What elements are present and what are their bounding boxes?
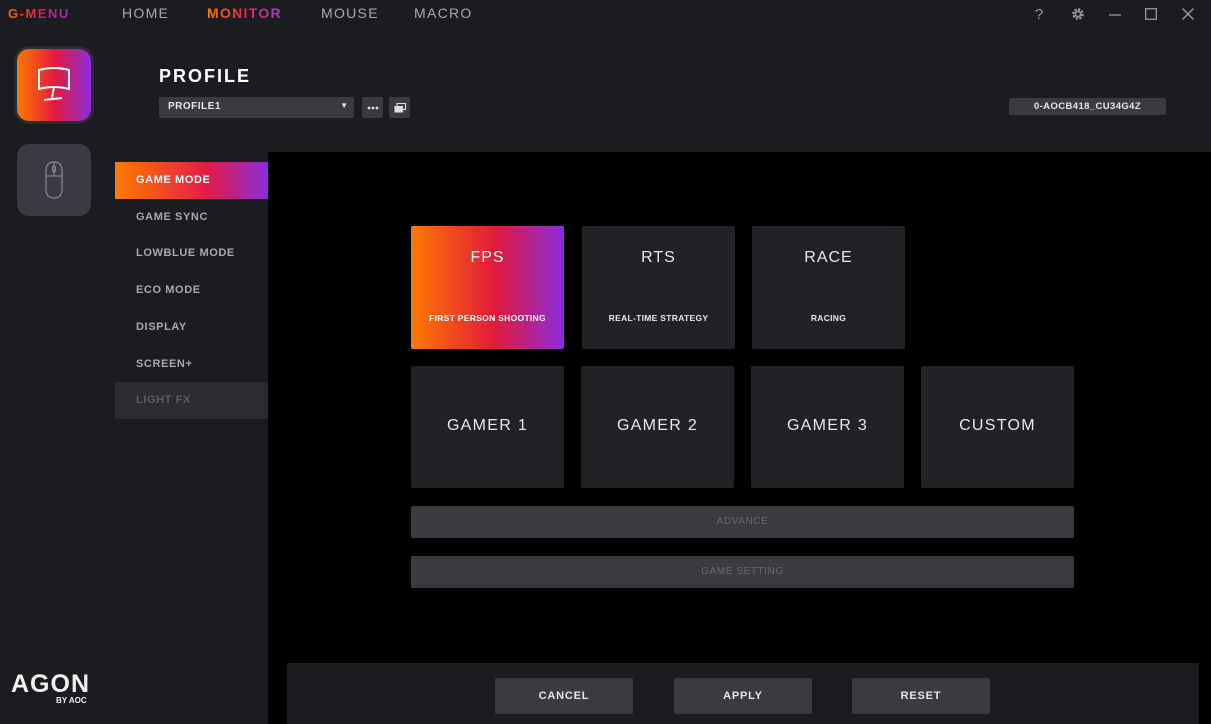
device-monitor-button[interactable] [17, 49, 91, 121]
mode-tile-race[interactable]: RACE RACING [752, 226, 905, 349]
action-footer: CANCEL APPLY RESET [287, 663, 1199, 724]
minimize-icon [1109, 14, 1121, 16]
close-icon [1182, 8, 1194, 20]
profile-select[interactable]: PROFILE1 ▼ [159, 97, 354, 118]
page-title: PROFILE [159, 66, 252, 86]
nav-mouse[interactable]: MOUSE [321, 5, 379, 21]
help-icon: ? [1034, 5, 1044, 23]
mode-subtitle: RACING [810, 313, 847, 323]
menu-game-sync[interactable]: GAME SYNC [115, 199, 268, 236]
menu-game-mode[interactable]: GAME MODE [115, 162, 268, 199]
mode-tile-rts[interactable]: RTS REAL-TIME STRATEGY [582, 226, 735, 349]
menu-light-fx: LIGHT FX [115, 382, 268, 419]
mode-title: GAMER 1 [446, 417, 529, 434]
mode-subtitle: FIRST PERSON SHOOTING [429, 313, 546, 323]
brand-logo: G-MENU [8, 6, 70, 21]
mode-tile-fps[interactable]: FPS FIRST PERSON SHOOTING [411, 226, 564, 349]
settings-button[interactable] [1066, 3, 1090, 25]
menu-lowblue-mode[interactable]: LOWBLUE MODE [115, 235, 268, 272]
mode-title: CUSTOM [959, 417, 1036, 434]
menu-screen-plus[interactable]: SCREEN+ [115, 346, 268, 383]
monitor-icon [38, 67, 70, 101]
maximize-button[interactable] [1139, 3, 1163, 25]
profile-header: PROFILE PROFILE1 ▼ 0-AOCB418_CU34G4Z [115, 28, 1211, 152]
nav-home[interactable]: HOME [122, 5, 169, 21]
apply-button[interactable]: APPLY [674, 678, 812, 714]
cancel-button[interactable]: CANCEL [495, 678, 633, 714]
monitor-serial: 0-AOCB418_CU34G4Z [1009, 98, 1166, 115]
mode-title: GAMER 3 [786, 417, 869, 434]
profile-more-button[interactable] [362, 97, 383, 118]
mode-tile-gamer-2[interactable]: GAMER 2 [581, 366, 734, 488]
mode-tile-gamer-3[interactable]: GAMER 3 [751, 366, 904, 488]
agon-logo-text: AGON [11, 670, 90, 698]
gear-icon [1072, 8, 1084, 20]
mode-title: FPS [470, 249, 505, 266]
maximize-icon [1145, 8, 1157, 20]
settings-menu: GAME MODE GAME SYNC LOWBLUE MODE ECO MOD… [115, 152, 268, 724]
copy-icon [394, 102, 406, 112]
device-rail: AGON BY AOC [0, 28, 115, 724]
game-setting-button[interactable]: GAME SETTING [411, 556, 1074, 588]
caret-down-icon: ▼ [340, 101, 348, 110]
agon-logo-subtext: BY AOC [56, 696, 87, 705]
advance-button[interactable]: ADVANCE [411, 506, 1074, 538]
mode-title: RACE [804, 249, 853, 266]
help-button[interactable]: ? [1027, 3, 1051, 25]
close-button[interactable] [1176, 3, 1200, 25]
title-bar: G-MENU HOME MONITOR MOUSE MACRO ? [0, 0, 1211, 28]
mode-tile-gamer-1[interactable]: GAMER 1 [411, 366, 564, 488]
nav-macro[interactable]: MACRO [414, 5, 473, 21]
profile-copy-button[interactable] [389, 97, 410, 118]
mode-subtitle: REAL-TIME STRATEGY [608, 313, 709, 323]
mode-title: GAMER 2 [616, 417, 699, 434]
mouse-icon [45, 161, 63, 199]
device-mouse-button[interactable] [17, 144, 91, 216]
mode-tile-custom[interactable]: CUSTOM [921, 366, 1074, 488]
reset-button[interactable]: RESET [852, 678, 990, 714]
more-dots-icon [367, 106, 378, 109]
agon-logo: AGON BY AOC [11, 670, 90, 705]
menu-eco-mode[interactable]: ECO MODE [115, 272, 268, 309]
menu-display[interactable]: DISPLAY [115, 309, 268, 346]
nav-monitor[interactable]: MONITOR [207, 5, 282, 21]
profile-select-value: PROFILE1 [168, 101, 221, 112]
minimize-button[interactable] [1103, 3, 1127, 25]
mode-title: RTS [641, 249, 676, 266]
